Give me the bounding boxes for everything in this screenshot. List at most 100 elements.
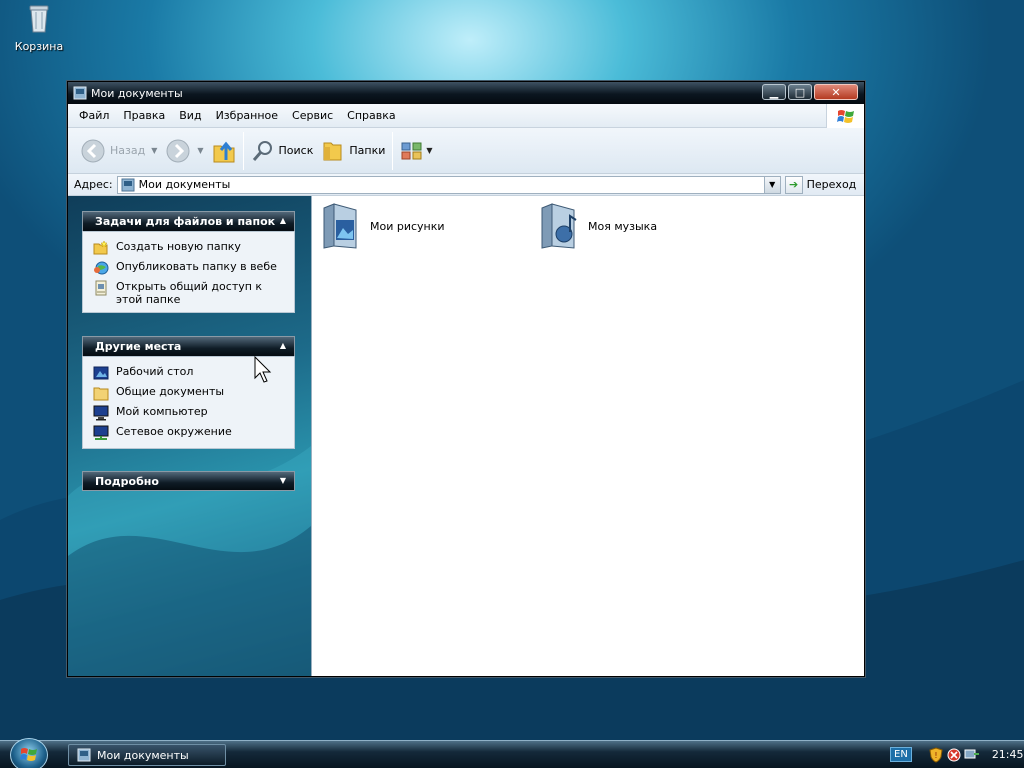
close-icon: ✕ <box>831 85 841 99</box>
file-item-my-pictures[interactable]: Мои рисунки <box>320 202 445 250</box>
maximize-button[interactable]: □ <box>788 84 812 100</box>
menu-edit[interactable]: Правка <box>116 109 172 122</box>
my-documents-icon <box>77 748 91 762</box>
windows-logo-icon <box>20 748 37 761</box>
file-label: Мои рисунки <box>370 219 445 233</box>
up-folder-button[interactable] <box>208 132 240 170</box>
collapse-icon: ▲ <box>279 216 286 225</box>
task-label: Создать новую папку <box>116 240 241 253</box>
recycle-bin-icon <box>29 5 49 33</box>
my-documents-icon <box>73 86 87 100</box>
forward-arrow-icon <box>166 139 190 162</box>
window-controls: ▁ □ ✕ <box>762 84 858 100</box>
window-body: Задачи для файлов и папок ▲ Создать нову… <box>68 196 864 676</box>
my-pictures-folder-icon <box>323 203 357 249</box>
place-label: Мой компьютер <box>116 405 208 418</box>
task-label: Опубликовать папку в вебе <box>116 260 277 273</box>
other-places-panel-header[interactable]: Другие места ▲ <box>82 336 295 356</box>
views-icon <box>401 142 422 159</box>
desktop-icon <box>93 366 109 380</box>
share-folder-icon <box>95 280 107 296</box>
go-button[interactable]: ➔ Переход <box>784 175 857 194</box>
go-arrow-icon: ➔ <box>784 175 803 194</box>
address-bar: Адрес: Мои документы ▼ ➔ Переход <box>68 174 864 196</box>
task-share-folder[interactable]: Открыть общий доступ к этой папке <box>93 277 294 306</box>
desktop-recycle-bin[interactable]: Корзина <box>12 2 66 53</box>
back-dropdown-icon[interactable]: ▼ <box>151 146 157 155</box>
details-panel-header[interactable]: Подробно ▼ <box>82 471 295 491</box>
task-new-folder[interactable]: Создать новую папку <box>93 237 294 257</box>
address-label: Адрес: <box>74 178 113 191</box>
address-dropdown-icon[interactable]: ▼ <box>763 176 780 193</box>
search-label: Поиск <box>278 144 314 157</box>
desktop-icon-label: Корзина <box>14 40 64 53</box>
taskbar: Мои документы EN ! 21:45 <box>0 738 1024 768</box>
my-music-folder-icon <box>541 203 577 249</box>
back-arrow-icon <box>81 139 105 162</box>
task-label: Открыть общий доступ к этой папке <box>116 280 263 306</box>
my-computer-icon <box>93 405 109 421</box>
explorer-window: Мои документы ▁ □ ✕ Файл Правка Вид Избр… <box>67 81 865 677</box>
network-status-icon[interactable] <box>964 748 980 762</box>
mouse-cursor-icon <box>254 356 272 383</box>
menu-help[interactable]: Справка <box>340 109 402 122</box>
window-title: Мои документы <box>91 86 183 100</box>
back-button[interactable]: Назад ▼ <box>76 132 161 170</box>
tasks-panel: Задачи для файлов и папок ▲ Создать нову… <box>82 211 295 313</box>
taskbar-item-my-documents[interactable]: Мои документы <box>68 744 226 766</box>
menu-favorites[interactable]: Избранное <box>209 109 285 122</box>
web-publish-icon <box>94 261 109 275</box>
back-label: Назад <box>110 144 146 157</box>
details-panel: Подробно ▼ <box>82 471 295 491</box>
folders-button[interactable]: Папки <box>317 132 389 170</box>
collapse-icon: ▲ <box>279 341 286 350</box>
address-input[interactable]: Мои документы ▼ <box>116 175 781 194</box>
network-places-icon <box>93 425 109 440</box>
start-button[interactable] <box>10 738 48 768</box>
tasks-panel-body: Создать новую папку Опубликовать папку в… <box>82 231 295 313</box>
file-list: Мои рисунки Моя музыка <box>311 196 864 676</box>
expand-icon: ▼ <box>279 476 286 485</box>
forward-button[interactable]: ▼ <box>161 132 207 170</box>
file-item-my-music[interactable]: Моя музыка <box>538 202 657 250</box>
search-icon <box>252 140 272 161</box>
toolbar-separator <box>392 131 394 170</box>
minimize-button[interactable]: ▁ <box>762 84 786 100</box>
place-shared-documents[interactable]: Общие документы <box>93 382 294 402</box>
go-label: Переход <box>806 178 857 191</box>
place-my-computer[interactable]: Мой компьютер <box>93 402 294 422</box>
taskbar-item-label: Мои документы <box>97 748 189 762</box>
file-label: Моя музыка <box>588 219 658 233</box>
search-button[interactable]: Поиск <box>247 132 318 170</box>
windows-logo-icon <box>826 104 864 128</box>
security-shield-icon[interactable]: ! <box>928 746 944 763</box>
place-label: Общие документы <box>116 385 225 398</box>
menu-view[interactable]: Вид <box>172 109 208 122</box>
close-button[interactable]: ✕ <box>814 84 858 100</box>
my-documents-icon <box>121 178 135 191</box>
clock[interactable]: 21:45 <box>992 748 1024 761</box>
error-icon[interactable] <box>947 748 961 762</box>
toolbar: Назад ▼ ▼ Поиск Папки ▼ <box>68 128 864 174</box>
place-label: Сетевое окружение <box>116 425 232 438</box>
task-pane: Задачи для файлов и папок ▲ Создать нову… <box>68 196 311 676</box>
window-titlebar[interactable]: Мои документы ▁ □ ✕ <box>68 82 864 104</box>
forward-dropdown-icon[interactable]: ▼ <box>197 146 203 155</box>
place-network[interactable]: Сетевое окружение <box>93 422 294 442</box>
new-folder-icon <box>93 240 108 255</box>
menu-tools[interactable]: Сервис <box>285 109 340 122</box>
folders-icon <box>323 142 342 160</box>
other-places-panel-title: Другие места <box>95 340 182 353</box>
maximize-icon: □ <box>794 85 806 99</box>
system-tray: EN ! 21:45 <box>884 741 1024 768</box>
tasks-panel-title: Задачи для файлов и папок <box>95 215 276 228</box>
language-indicator[interactable]: EN <box>890 747 912 762</box>
address-value: Мои документы <box>138 178 231 191</box>
folders-label: Папки <box>349 144 386 157</box>
minimize-icon: ▁ <box>769 85 779 99</box>
task-publish-web[interactable]: Опубликовать папку в вебе <box>93 257 294 277</box>
svg-text:!: ! <box>934 751 937 760</box>
tasks-panel-header[interactable]: Задачи для файлов и папок ▲ <box>82 211 295 231</box>
views-button[interactable]: ▼ <box>396 132 436 170</box>
menu-file[interactable]: Файл <box>72 109 116 122</box>
